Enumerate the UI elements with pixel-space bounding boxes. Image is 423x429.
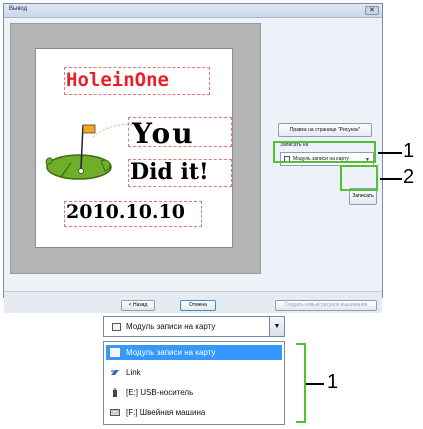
picture-date-text: 2010.10.10 bbox=[66, 201, 185, 223]
usb-icon bbox=[113, 388, 117, 397]
callout-number-1: 1 bbox=[403, 140, 415, 162]
list-item[interactable]: Модуль записи на карту bbox=[106, 345, 282, 360]
callout-line bbox=[306, 383, 324, 385]
cancel-button[interactable]: Отмена bbox=[180, 300, 216, 311]
create-new-embroidery-button[interactable]: Создать новый рисунок вышивания bbox=[275, 300, 377, 311]
window-title: Вывод bbox=[9, 6, 28, 12]
list-item-label: [F:] Швейная машина bbox=[126, 408, 206, 417]
device-dropdown-list: Модуль записи на карту Link [E:] USB-нос… bbox=[103, 341, 285, 425]
dropdown-arrow-button[interactable]: ▼ bbox=[269, 317, 284, 336]
list-item-label: Link bbox=[126, 368, 141, 377]
link-icon bbox=[111, 370, 119, 375]
sewing-machine-icon bbox=[110, 409, 120, 416]
list-item-label: Модуль записи на карту bbox=[126, 348, 216, 357]
title-bar: Вывод ✕ bbox=[4, 4, 382, 18]
back-button[interactable]: < Назад bbox=[121, 300, 155, 311]
card-module-icon bbox=[110, 348, 120, 357]
device-combobox[interactable]: Модуль записи на карту ▼ bbox=[103, 316, 285, 337]
list-highlight-bracket bbox=[296, 343, 306, 423]
close-button[interactable]: ✕ bbox=[365, 6, 379, 15]
list-item[interactable]: Link bbox=[106, 365, 282, 380]
list-item-label: [E:] USB-носитель bbox=[126, 388, 194, 397]
dialog-footer: < Назад Отмена Создать новый рисунок выш… bbox=[4, 291, 382, 313]
write-button-highlight bbox=[340, 165, 378, 191]
picture-title-text: HoleinOne bbox=[66, 69, 169, 91]
preview-area: HoleinOne You Did it! 2010.10.10 bbox=[10, 23, 261, 274]
list-item[interactable]: [F:] Швейная машина bbox=[106, 405, 282, 420]
device-select-highlight bbox=[273, 141, 376, 163]
edit-on-picture-page-button[interactable]: Правка на странице "Рисунок" bbox=[278, 123, 372, 137]
callout-number-2: 2 bbox=[403, 166, 415, 188]
callout-number-list: 1 bbox=[327, 371, 339, 393]
callout-line bbox=[378, 152, 402, 154]
picture-line1-text: You bbox=[132, 117, 195, 150]
card-module-icon bbox=[112, 323, 121, 331]
golf-green-image bbox=[45, 123, 138, 180]
list-item[interactable]: [E:] USB-носитель bbox=[106, 385, 282, 400]
embroidery-preview-canvas: HoleinOne You Did it! 2010.10.10 bbox=[35, 48, 233, 248]
callout-line bbox=[380, 178, 402, 180]
combobox-value: Модуль записи на карту bbox=[126, 322, 216, 331]
picture-line2-text: Did it! bbox=[130, 159, 209, 185]
